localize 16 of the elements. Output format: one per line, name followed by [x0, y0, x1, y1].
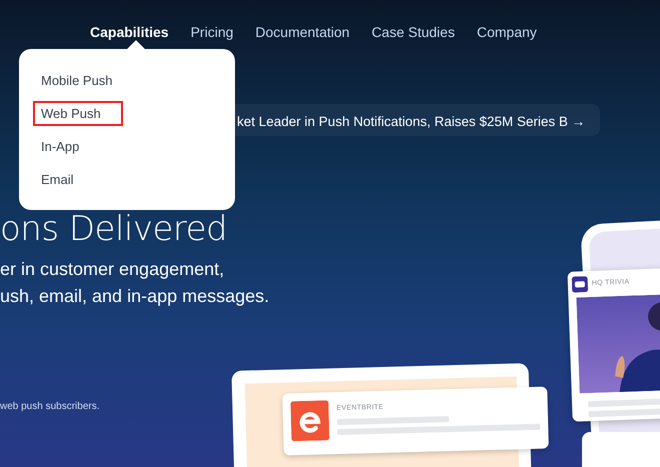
dropdown-item[interactable]: Email: [33, 167, 82, 192]
nav-link[interactable]: Capabilities: [84, 20, 185, 45]
dropdown-item[interactable]: In-App: [33, 134, 88, 159]
app-logo-icon: [290, 400, 330, 442]
dropdown-item[interactable]: Mobile Push: [33, 68, 121, 93]
hero-subtitle: er in customer engagement,: [0, 258, 226, 281]
nav-link[interactable]: Case Studies: [366, 20, 471, 45]
nav-link[interactable]: Company: [470, 20, 553, 45]
announcement-text[interactable]: ket Leader in Push Notifications, Raises $25M Series B →: [237, 112, 586, 132]
hero-subtitle: ush, email, and in-app messages.: [0, 285, 270, 308]
app-logo-icon: [572, 276, 588, 293]
hero-headline: ons Delivered: [0, 212, 228, 246]
nav-link[interactable]: Pricing: [184, 20, 250, 45]
subscribers-note: web push subscribers.: [0, 400, 100, 414]
nav-link[interactable]: Documentation: [249, 20, 366, 45]
dropdown-item[interactable]: Web Push: [33, 101, 123, 126]
